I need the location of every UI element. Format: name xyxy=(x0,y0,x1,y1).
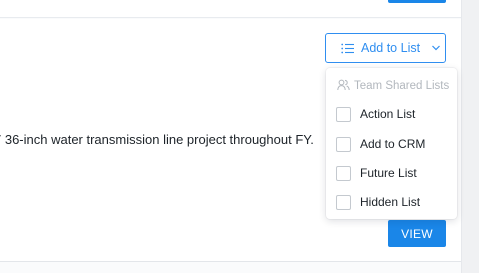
checkbox[interactable] xyxy=(336,165,351,181)
scrollbar-track[interactable] xyxy=(461,0,479,273)
list-option-hidden-list[interactable]: Hidden List xyxy=(336,192,451,212)
list-option-label: Hidden List xyxy=(360,195,421,209)
add-to-list-dropdown: Team Shared Lists Action List Add to CRM… xyxy=(326,68,457,219)
checkbox[interactable] xyxy=(336,136,351,152)
record-description-text: 7 36-inch water transmission line projec… xyxy=(0,132,314,147)
dropdown-header: Team Shared Lists xyxy=(337,77,449,95)
list-option-label: Add to CRM xyxy=(360,137,426,151)
list-option-label: Action List xyxy=(360,107,416,121)
chevron-down-icon xyxy=(432,45,441,51)
users-icon xyxy=(337,79,350,94)
checkbox[interactable] xyxy=(336,194,351,210)
page: Add to List 7 36-inch water transmission… xyxy=(0,0,479,273)
dropdown-header-label: Team Shared Lists xyxy=(354,80,450,92)
list-icon xyxy=(341,43,354,54)
checkbox[interactable] xyxy=(336,106,351,122)
add-to-list-label: Add to List xyxy=(361,41,421,55)
list-option-add-to-crm[interactable]: Add to CRM xyxy=(336,134,451,154)
previous-view-button[interactable] xyxy=(388,0,446,3)
list-option-label: Future List xyxy=(360,166,417,180)
previous-card xyxy=(0,0,461,18)
add-to-list-button[interactable]: Add to List xyxy=(325,33,446,63)
view-button[interactable]: VIEW xyxy=(388,220,446,247)
list-option-action-list[interactable]: Action List xyxy=(336,104,451,124)
record-description: 7 36-inch water transmission line projec… xyxy=(0,131,330,149)
list-option-future-list[interactable]: Future List xyxy=(336,163,451,183)
